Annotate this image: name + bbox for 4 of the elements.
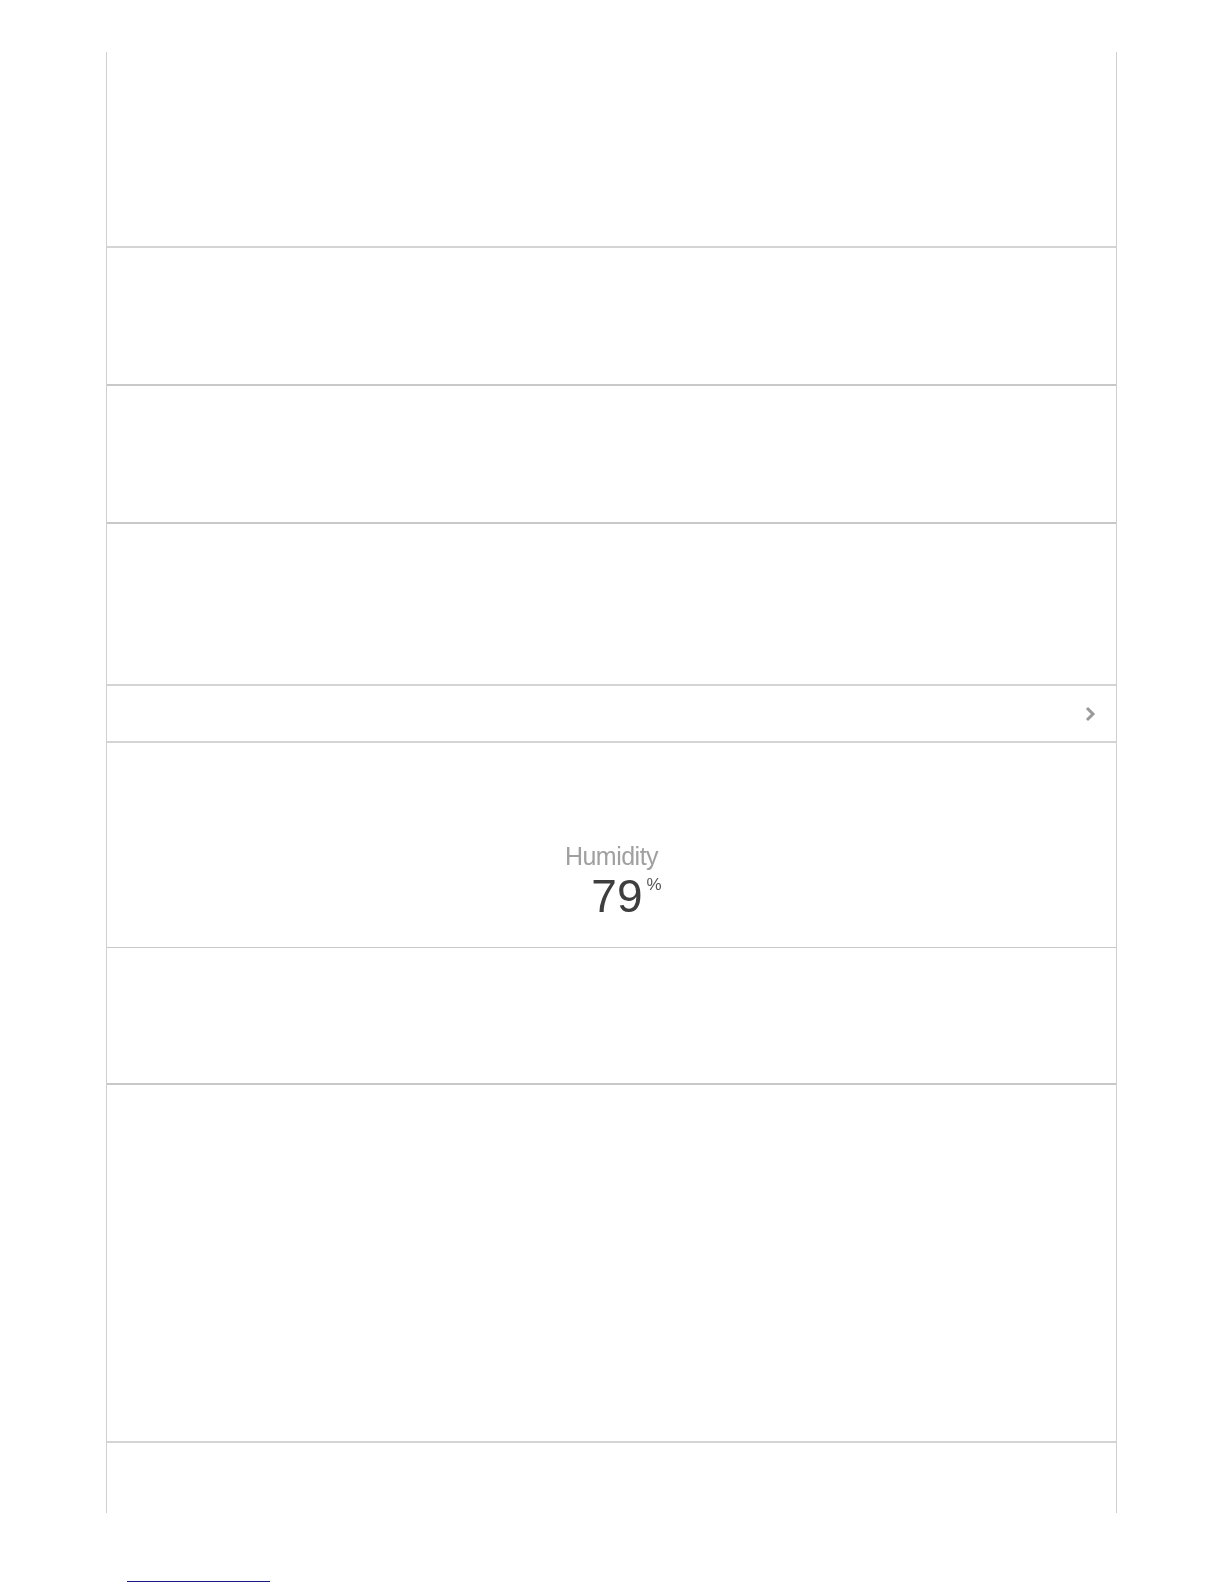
chevron-right-icon [1084, 705, 1096, 722]
humidity-label: Humidity [564, 841, 659, 871]
humidity-unit: % [646, 875, 662, 895]
humidity-value: 79 [591, 871, 643, 921]
